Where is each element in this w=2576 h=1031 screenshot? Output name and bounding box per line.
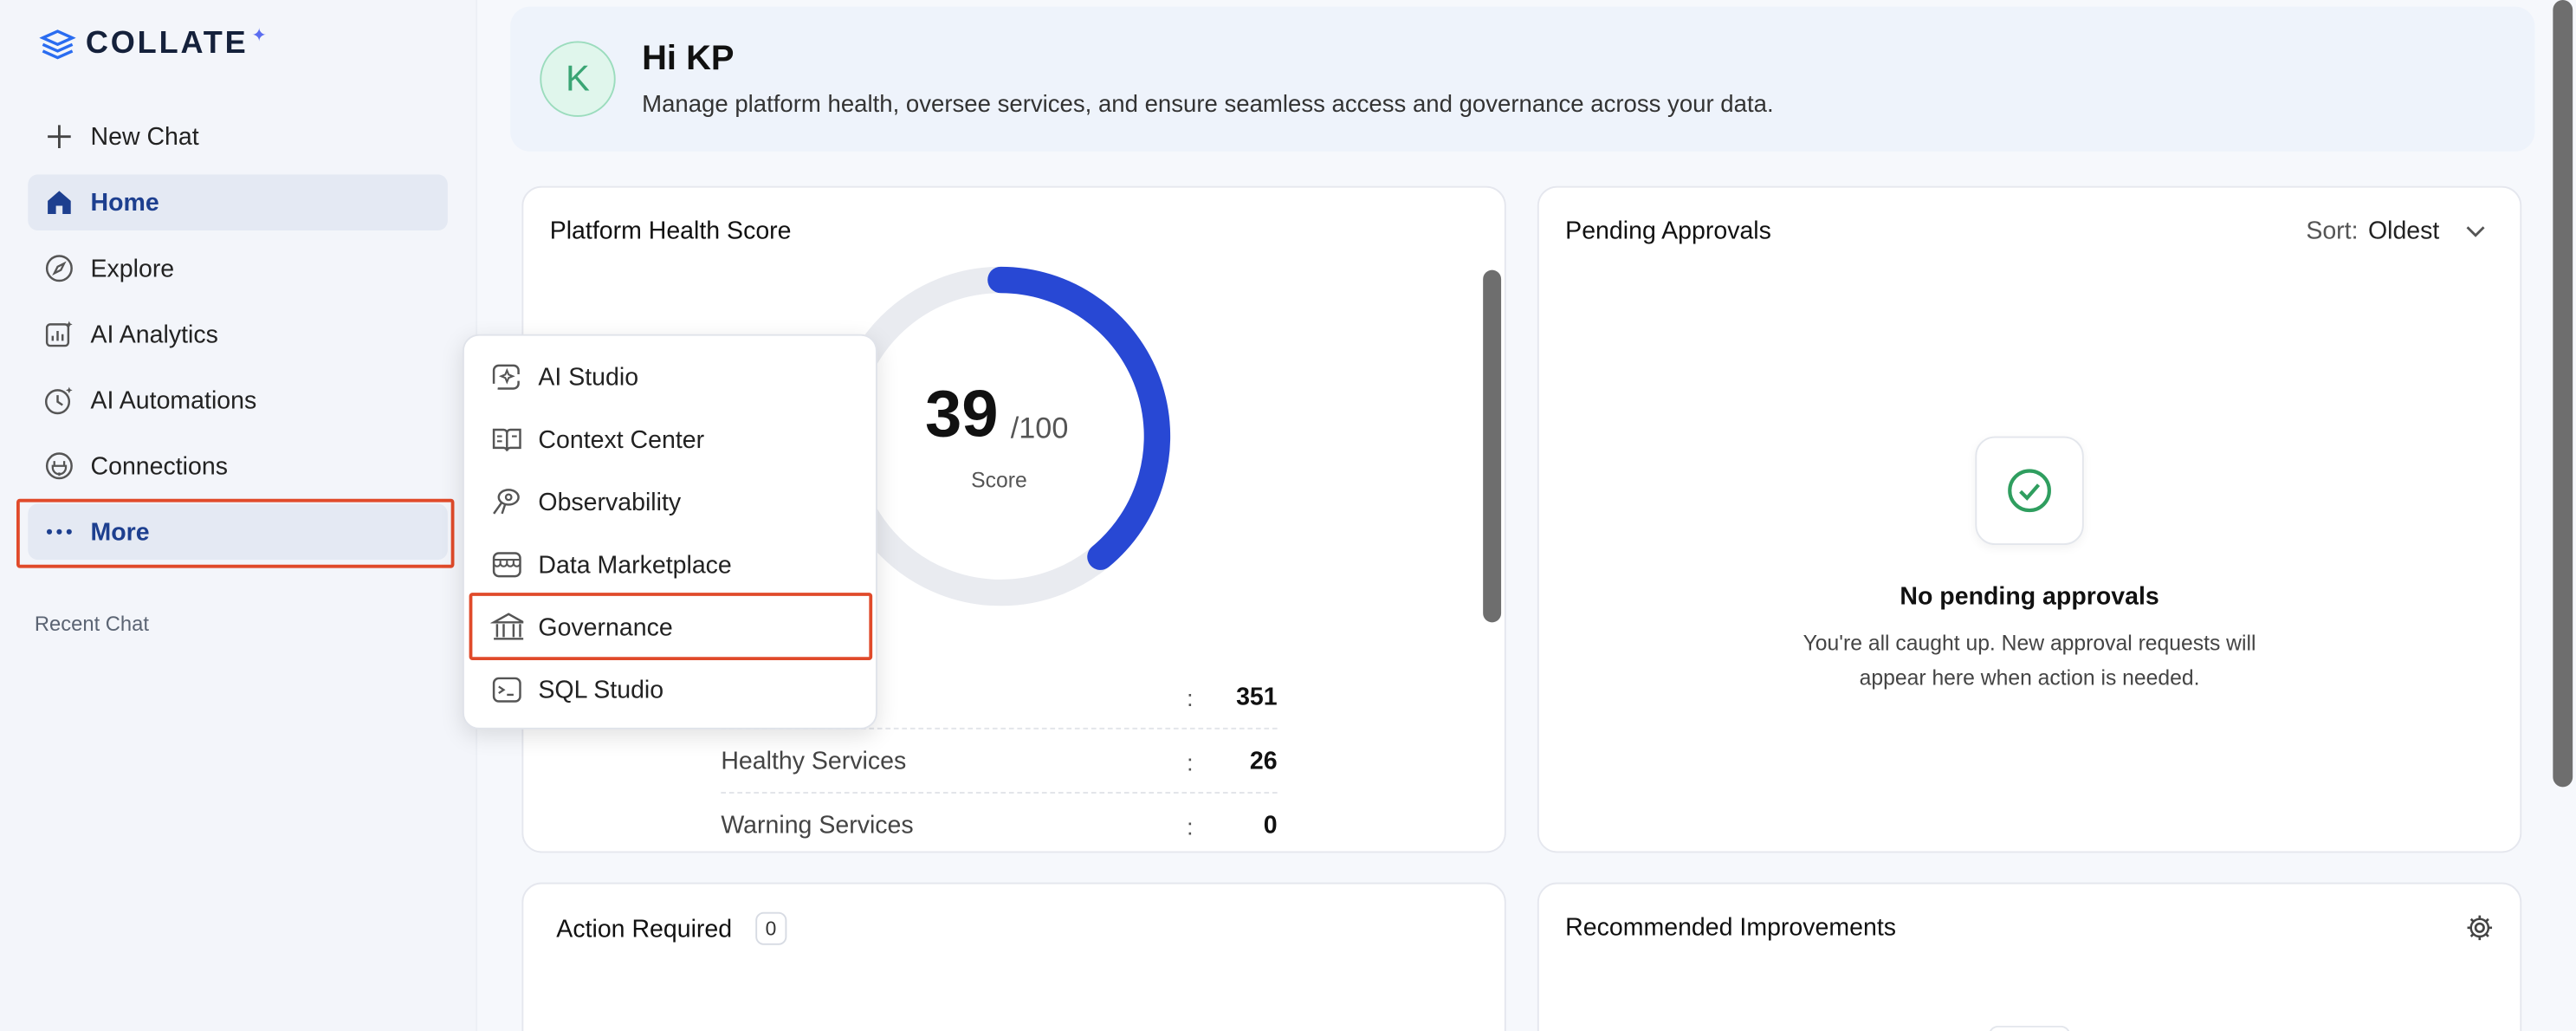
empty-state-title: No pending approvals xyxy=(1900,582,2159,612)
governance-highlight-box xyxy=(469,593,873,661)
empty-state-line-2: appear here when action is needed. xyxy=(1859,665,2200,691)
nav-label: New Chat xyxy=(90,122,199,151)
menu-item-label: AI Studio xyxy=(538,363,639,392)
recommended-improvements-card xyxy=(1537,882,2522,1031)
nav-ai-automations[interactable]: AI Automations xyxy=(28,372,448,428)
row-divider xyxy=(721,792,1278,794)
nav-ai-analytics[interactable]: AI Analytics xyxy=(28,306,448,362)
menu-item-label: Context Center xyxy=(538,425,705,454)
pending-approvals-title: Pending Approvals xyxy=(1565,217,1771,246)
healthy-services-label: Healthy Services xyxy=(721,747,907,776)
total-services-value: 351 xyxy=(1236,683,1278,711)
sort-dropdown[interactable]: Sort: Oldest xyxy=(2306,217,2485,245)
automation-icon xyxy=(44,386,74,415)
nav-label: AI Automations xyxy=(90,386,257,414)
book-icon xyxy=(490,423,523,456)
terminal-icon xyxy=(490,673,523,706)
warning-services-label: Warning Services xyxy=(721,811,914,840)
nav-label: Explore xyxy=(90,254,175,282)
ai-studio-icon xyxy=(490,360,523,393)
menu-item-label: SQL Studio xyxy=(538,676,664,704)
warning-services-value: 0 xyxy=(1263,811,1278,840)
sort-label: Sort: xyxy=(2306,217,2359,246)
check-circle-icon xyxy=(1975,436,2084,545)
menu-item-context-center[interactable]: Context Center xyxy=(490,410,872,469)
health-card-scrollbar[interactable] xyxy=(1483,269,1502,623)
health-score-gauge xyxy=(831,266,1171,606)
menu-item-label: Data Marketplace xyxy=(538,550,732,579)
plus-icon xyxy=(44,122,74,152)
empty-state-line-1: You're all caught up. New approval reque… xyxy=(1803,630,2256,656)
menu-item-data-marketplace[interactable]: Data Marketplace xyxy=(490,535,872,594)
avatar[interactable]: K xyxy=(540,41,616,117)
partial-icon-tile xyxy=(1988,1025,2071,1031)
menu-item-observability[interactable]: Observability xyxy=(490,472,872,531)
health-score-value: 39 xyxy=(924,379,999,451)
nav-connections[interactable]: Connections xyxy=(28,438,448,494)
gear-icon[interactable] xyxy=(2466,914,2494,950)
sparkle-icon: ✦ xyxy=(251,25,267,46)
action-required-card xyxy=(521,882,1506,1031)
menu-item-label: Observability xyxy=(538,488,682,516)
nav-new-chat[interactable]: New Chat xyxy=(28,108,448,165)
telescope-icon xyxy=(490,486,523,519)
health-score-max: /100 xyxy=(1010,412,1069,445)
page-scrollbar[interactable] xyxy=(2553,0,2573,788)
healthy-services-value: 26 xyxy=(1249,747,1278,776)
brand-name: COLLATE xyxy=(85,26,249,62)
page-subtitle: Manage platform health, oversee services… xyxy=(642,92,1774,119)
compass-icon xyxy=(44,254,74,283)
plug-icon xyxy=(44,451,74,481)
nav-home[interactable]: Home xyxy=(28,174,448,231)
row-colon: : xyxy=(1187,749,1194,776)
brand-logo[interactable]: COLLATE ✦ xyxy=(39,25,267,62)
row-colon: : xyxy=(1187,684,1194,711)
nav-label: Connections xyxy=(90,451,228,480)
row-colon: : xyxy=(1187,813,1194,840)
more-menu: AI Studio Context Center Observability D… xyxy=(462,334,877,729)
action-required-title: Action Required xyxy=(556,915,733,943)
sort-value: Oldest xyxy=(2367,217,2440,246)
menu-item-ai-studio[interactable]: AI Studio xyxy=(490,347,872,406)
recommended-improvements-title: Recommended Improvements xyxy=(1565,913,1896,942)
nav-explore[interactable]: Explore xyxy=(28,240,448,296)
collate-logo-icon xyxy=(39,29,76,60)
platform-health-title: Platform Health Score xyxy=(549,217,792,246)
nav-label: AI Analytics xyxy=(90,320,218,348)
recent-chat-heading: Recent Chat xyxy=(34,612,149,636)
nav-label: Home xyxy=(90,188,159,217)
store-icon xyxy=(490,548,523,581)
page-title: Hi KP xyxy=(642,39,735,78)
more-highlight-box xyxy=(16,498,455,568)
chevron-down-icon xyxy=(2466,217,2486,245)
health-score-label: Score xyxy=(971,467,1027,493)
welcome-banner xyxy=(510,6,2535,152)
menu-item-sql-studio[interactable]: SQL Studio xyxy=(490,660,872,719)
home-icon xyxy=(44,188,74,217)
analytics-icon xyxy=(44,320,74,349)
action-required-count-badge: 0 xyxy=(755,911,786,945)
